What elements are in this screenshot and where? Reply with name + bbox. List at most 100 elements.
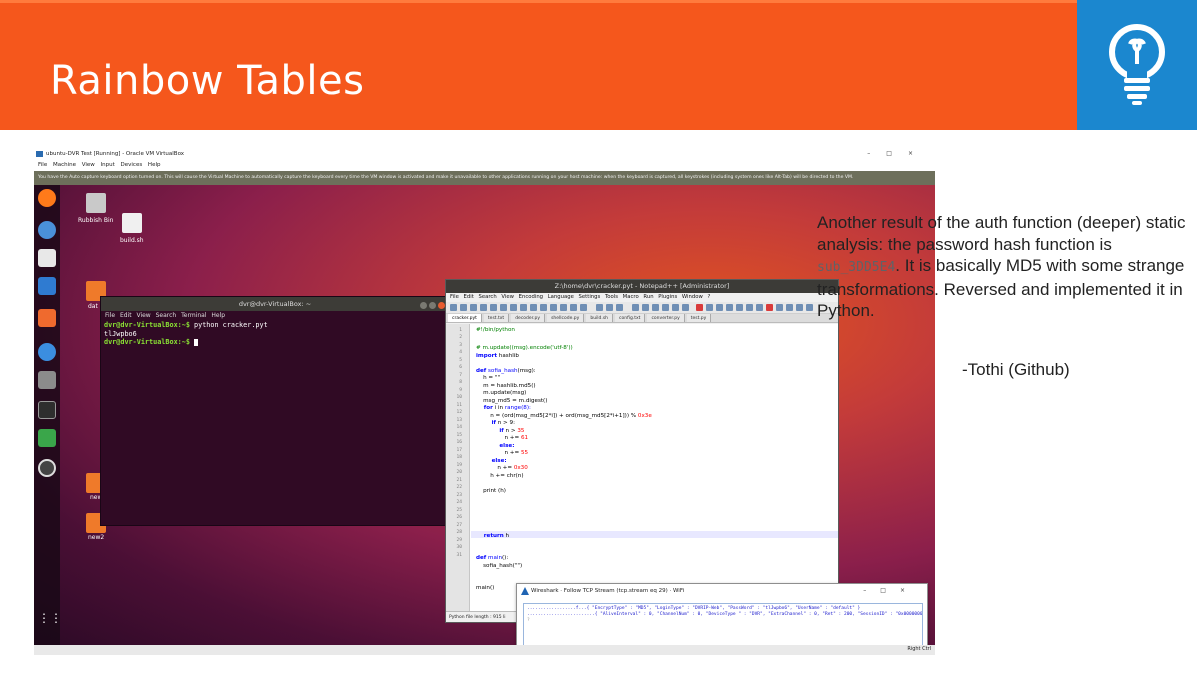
terminal-menubar[interactable]: File Edit View Search Terminal Help xyxy=(101,311,449,321)
tab-cracker[interactable]: cracker.pyt xyxy=(448,314,482,322)
terminal-titlebar[interactable]: dvr@dvr-VirtualBox: ~ xyxy=(101,297,449,311)
files-icon[interactable] xyxy=(38,371,56,389)
slide-header: Rainbow Tables xyxy=(0,0,1197,130)
stream-line-2: .........................{ "AliveInterva… xyxy=(527,612,923,617)
editor-icon[interactable] xyxy=(38,429,56,447)
code-line-27: def main(): xyxy=(476,555,509,561)
stream-line-3: ? xyxy=(527,618,530,623)
terminal-result: tlJwpbo6 xyxy=(104,329,137,338)
line-number: 5 xyxy=(459,357,462,363)
notepad-menubar[interactable]: File Edit Search View Encoding Language … xyxy=(446,293,838,302)
line-number: 8 xyxy=(459,380,462,385)
code-line-4: import hashlib xyxy=(476,352,519,359)
tab-3[interactable]: decoder.py xyxy=(511,314,546,322)
line-number: 18 xyxy=(456,455,462,460)
terminal-cursor xyxy=(194,338,199,346)
line-number: 25 xyxy=(456,507,462,513)
tab-5[interactable]: build.sh xyxy=(586,314,614,322)
wireshark-titlebar[interactable]: Wireshark · Follow TCP Stream (tcp.strea… xyxy=(517,584,927,598)
slide-description: Another result of the auth function (dee… xyxy=(817,212,1192,322)
line-number: 4 xyxy=(459,350,462,355)
terminal-icon[interactable] xyxy=(38,401,56,419)
line-number: 6 xyxy=(459,365,462,370)
terminal-window[interactable]: dvr@dvr-VirtualBox: ~ File Edit View Sea… xyxy=(100,296,450,526)
dat-folder-label: dat xyxy=(88,303,98,310)
wireshark-window-controls[interactable]: –□× xyxy=(863,584,919,598)
build-sh-icon[interactable] xyxy=(122,213,142,233)
line-number: 20 xyxy=(456,470,462,475)
notepad-titlebar[interactable]: Z:\home\dvr\cracker.pyt - Notepad++ [Adm… xyxy=(446,280,838,293)
code-line-8: m = hashlib.md5() xyxy=(476,382,536,389)
code-line-19: n += 0x30 xyxy=(476,465,528,471)
software-center-icon[interactable] xyxy=(38,309,56,327)
ubuntu-dock: ⋮⋮ xyxy=(34,185,62,645)
code-line-6: def sofia_hash(msg): xyxy=(476,367,536,374)
line-number: 11 xyxy=(456,402,462,408)
code-line-18: else: xyxy=(476,457,507,464)
line-number: 7 xyxy=(459,372,462,378)
build-sh-label: build.sh xyxy=(120,237,144,244)
help-icon[interactable] xyxy=(38,343,56,361)
function-name-code: sub_3DD5E4 xyxy=(817,260,896,275)
notepad-toolbar[interactable] xyxy=(446,302,838,314)
line-number: 30 xyxy=(456,545,462,550)
code-line-12: n = (ord(msg_md5[2*i]) + ord(msg_md5[2*i… xyxy=(476,412,652,419)
rhythmbox-icon[interactable] xyxy=(38,249,56,267)
terminal-prompt: dvr@dvr-VirtualBox:~$ xyxy=(104,321,190,329)
line-number: 21 xyxy=(456,477,462,483)
tab-2[interactable]: test.txt xyxy=(483,314,510,322)
line-number: 24 xyxy=(456,500,462,505)
line-number: 14 xyxy=(456,425,462,430)
code-editor[interactable]: 1 2 3 4 5 6 7 8 9 10 11 12 13 14 15 16 17 18 19 20 21 22 23 24 2… xyxy=(446,324,838,611)
tab-7[interactable]: converter.py xyxy=(647,314,685,322)
line-number: 12 xyxy=(456,410,462,415)
line-number: 10 xyxy=(456,395,462,400)
tab-6[interactable]: config.txt xyxy=(615,314,646,322)
wireshark-fin-icon xyxy=(521,587,529,595)
code-line-9: m.update(msg) xyxy=(476,390,527,396)
slide: Rainbow Tables ubuntu-DVR Test [Running]… xyxy=(0,0,1197,675)
firefox-icon[interactable] xyxy=(38,189,56,207)
line-number: 19 xyxy=(456,462,462,468)
line-number: 31 xyxy=(456,552,462,558)
thunderbird-icon[interactable] xyxy=(38,221,56,239)
tab-4[interactable]: shellcode.py xyxy=(547,314,585,322)
slide-title: Rainbow Tables xyxy=(50,58,365,104)
code-line-24: return h xyxy=(476,532,510,539)
attribution: -Tothi (Github) xyxy=(962,360,1070,379)
header-top-line xyxy=(0,0,1197,3)
line-number: 1 xyxy=(459,327,462,333)
notepad-tabs[interactable]: cracker.pyt test.txt decoder.py shellcode.p… xyxy=(446,314,838,323)
terminal-output[interactable]: dvr@dvr-VirtualBox:~$ python cracker.pyt… xyxy=(101,321,449,347)
line-number: 9 xyxy=(459,387,462,393)
notepad-plus-plus-window[interactable]: Z:\home\dvr\cracker.pyt - Notepad++ [Adm… xyxy=(445,279,839,623)
code-line-11: for i in range(8): xyxy=(476,405,531,411)
line-number: 15 xyxy=(456,432,462,438)
updater-icon[interactable] xyxy=(38,459,56,477)
current-line-highlight xyxy=(471,531,838,538)
code-line-13: if n > 9: xyxy=(476,420,515,426)
line-number: 2 xyxy=(459,335,462,340)
vm-screenshot: ubuntu-DVR Test [Running] - Oracle VM Vi… xyxy=(34,148,935,655)
line-number: 26 xyxy=(456,515,462,520)
tab-8[interactable]: test.py xyxy=(686,314,712,322)
window-controls[interactable]: –□× xyxy=(867,148,929,160)
virtualbox-menubar[interactable]: File Machine View Input Devices Help xyxy=(34,160,935,171)
lightbulb-badge xyxy=(1077,0,1197,130)
virtualbox-titlebar: ubuntu-DVR Test [Running] - Oracle VM Vi… xyxy=(34,148,935,160)
code-line-16: else: xyxy=(476,442,515,449)
rubbish-bin-icon[interactable] xyxy=(86,193,106,213)
code-line-22: print (h) xyxy=(476,487,506,494)
lightbulb-icon xyxy=(1109,24,1165,105)
line-number: 28 xyxy=(456,530,462,535)
line-number: 16 xyxy=(456,440,462,445)
app-grid-icon[interactable]: ⋮⋮ xyxy=(38,609,62,627)
code-line-3: # m.update((msg).encode('utf-8')) xyxy=(476,345,573,351)
terminal-window-controls[interactable] xyxy=(418,300,445,314)
code-line-7: h = "" xyxy=(476,375,501,381)
writer-icon[interactable] xyxy=(38,277,56,295)
virtualbox-statusbar: Right Ctrl xyxy=(34,645,935,655)
capture-notice-bar: You have the Auto capture keyboard optio… xyxy=(34,171,935,185)
host-key-label: Right Ctrl xyxy=(907,646,931,652)
wireshark-title: Wireshark · Follow TCP Stream (tcp.strea… xyxy=(531,588,685,594)
